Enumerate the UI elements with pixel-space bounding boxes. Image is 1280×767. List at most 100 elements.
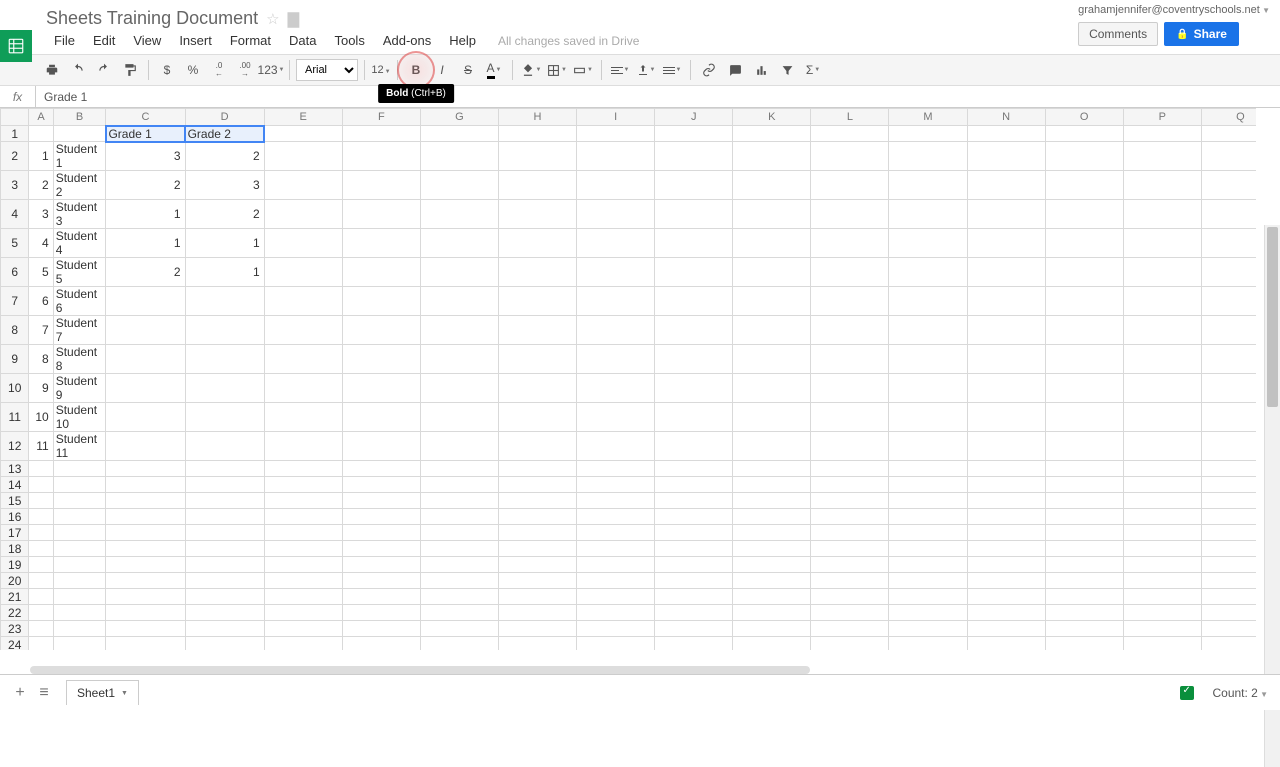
cell-N13[interactable]: [967, 461, 1045, 477]
cell-K4[interactable]: [733, 200, 811, 229]
add-sheet-button[interactable]: +: [8, 681, 32, 705]
cell-A16[interactable]: [29, 509, 53, 525]
fill-color-button[interactable]: [519, 58, 543, 82]
column-header-G[interactable]: G: [420, 109, 498, 126]
cell-A13[interactable]: [29, 461, 53, 477]
cell-G15[interactable]: [420, 493, 498, 509]
cell-A18[interactable]: [29, 541, 53, 557]
cell-P15[interactable]: [1123, 493, 1201, 509]
cell-Q12[interactable]: [1201, 432, 1256, 461]
cell-K8[interactable]: [733, 316, 811, 345]
horizontal-scrollbar[interactable]: [30, 666, 810, 674]
cell-E8[interactable]: [264, 316, 342, 345]
cell-P19[interactable]: [1123, 557, 1201, 573]
cell-P12[interactable]: [1123, 432, 1201, 461]
cell-N8[interactable]: [967, 316, 1045, 345]
cell-D6[interactable]: 1: [185, 258, 264, 287]
cell-E24[interactable]: [264, 637, 342, 651]
column-header-N[interactable]: N: [967, 109, 1045, 126]
cell-I22[interactable]: [577, 605, 655, 621]
cell-B13[interactable]: [53, 461, 106, 477]
cell-A10[interactable]: 9: [29, 374, 53, 403]
cell-F23[interactable]: [342, 621, 420, 637]
cell-B5[interactable]: Student 4: [53, 229, 106, 258]
cell-C15[interactable]: [106, 493, 185, 509]
cell-G4[interactable]: [420, 200, 498, 229]
cell-G19[interactable]: [420, 557, 498, 573]
cell-K1[interactable]: [733, 126, 811, 142]
cell-N16[interactable]: [967, 509, 1045, 525]
cell-G3[interactable]: [420, 171, 498, 200]
cell-C23[interactable]: [106, 621, 185, 637]
cell-N15[interactable]: [967, 493, 1045, 509]
cell-G16[interactable]: [420, 509, 498, 525]
cell-H24[interactable]: [498, 637, 576, 651]
cell-O12[interactable]: [1045, 432, 1123, 461]
cell-E22[interactable]: [264, 605, 342, 621]
cell-B12[interactable]: Student 11: [53, 432, 106, 461]
cell-D23[interactable]: [185, 621, 264, 637]
cell-A9[interactable]: 8: [29, 345, 53, 374]
cell-C3[interactable]: 2: [106, 171, 185, 200]
cell-O17[interactable]: [1045, 525, 1123, 541]
cell-C12[interactable]: [106, 432, 185, 461]
cell-I18[interactable]: [577, 541, 655, 557]
cell-J12[interactable]: [655, 432, 733, 461]
cell-A2[interactable]: 1: [29, 142, 53, 171]
cell-L3[interactable]: [811, 171, 889, 200]
cell-O18[interactable]: [1045, 541, 1123, 557]
cell-K19[interactable]: [733, 557, 811, 573]
cell-G17[interactable]: [420, 525, 498, 541]
cell-D18[interactable]: [185, 541, 264, 557]
insert-link-icon[interactable]: [697, 58, 721, 82]
cell-H2[interactable]: [498, 142, 576, 171]
row-header-10[interactable]: 10: [1, 374, 29, 403]
cell-K5[interactable]: [733, 229, 811, 258]
menu-add-ons[interactable]: Add-ons: [375, 31, 439, 50]
cell-C24[interactable]: [106, 637, 185, 651]
cell-C17[interactable]: [106, 525, 185, 541]
row-header-12[interactable]: 12: [1, 432, 29, 461]
cell-H9[interactable]: [498, 345, 576, 374]
cell-N2[interactable]: [967, 142, 1045, 171]
cell-A4[interactable]: 3: [29, 200, 53, 229]
cell-Q10[interactable]: [1201, 374, 1256, 403]
cell-E5[interactable]: [264, 229, 342, 258]
cell-P18[interactable]: [1123, 541, 1201, 557]
cell-I8[interactable]: [577, 316, 655, 345]
cell-J3[interactable]: [655, 171, 733, 200]
cell-J8[interactable]: [655, 316, 733, 345]
cell-L8[interactable]: [811, 316, 889, 345]
cell-L7[interactable]: [811, 287, 889, 316]
cell-N24[interactable]: [967, 637, 1045, 651]
cell-N7[interactable]: [967, 287, 1045, 316]
cell-H3[interactable]: [498, 171, 576, 200]
cell-C21[interactable]: [106, 589, 185, 605]
cell-B23[interactable]: [53, 621, 106, 637]
row-header-3[interactable]: 3: [1, 171, 29, 200]
row-header-5[interactable]: 5: [1, 229, 29, 258]
cell-M8[interactable]: [889, 316, 967, 345]
cell-K3[interactable]: [733, 171, 811, 200]
cell-H15[interactable]: [498, 493, 576, 509]
cell-O20[interactable]: [1045, 573, 1123, 589]
cell-B6[interactable]: Student 5: [53, 258, 106, 287]
cell-L1[interactable]: [811, 126, 889, 142]
cell-K23[interactable]: [733, 621, 811, 637]
text-color-button[interactable]: A: [482, 58, 506, 82]
cell-Q3[interactable]: [1201, 171, 1256, 200]
comments-button[interactable]: Comments: [1078, 22, 1158, 46]
cell-A12[interactable]: 11: [29, 432, 53, 461]
cell-D20[interactable]: [185, 573, 264, 589]
row-header-18[interactable]: 18: [1, 541, 29, 557]
row-header-11[interactable]: 11: [1, 403, 29, 432]
merge-cells-button[interactable]: [571, 58, 595, 82]
cell-G12[interactable]: [420, 432, 498, 461]
cell-O19[interactable]: [1045, 557, 1123, 573]
cell-D4[interactable]: 2: [185, 200, 264, 229]
cell-K16[interactable]: [733, 509, 811, 525]
cell-Q20[interactable]: [1201, 573, 1256, 589]
cell-I11[interactable]: [577, 403, 655, 432]
percent-button[interactable]: %: [181, 58, 205, 82]
cell-E14[interactable]: [264, 477, 342, 493]
